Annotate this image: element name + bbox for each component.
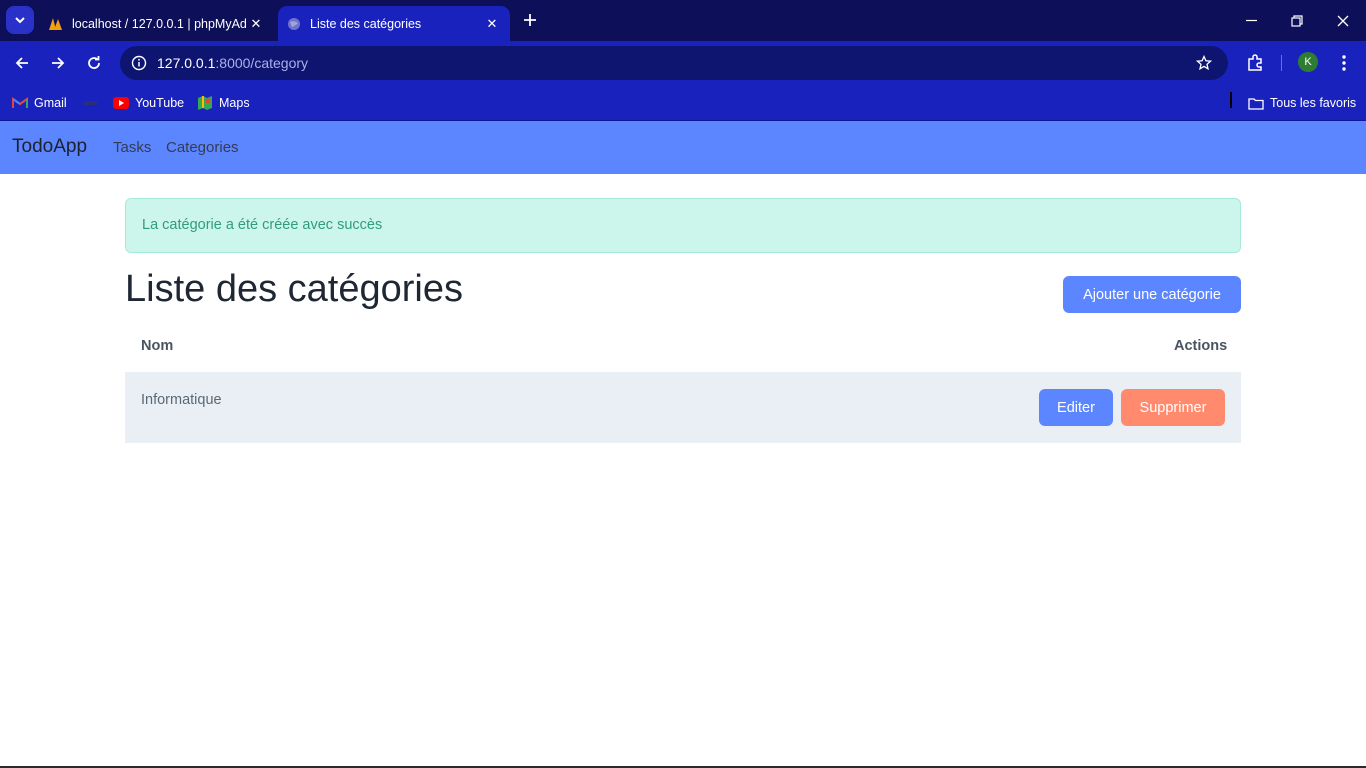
minimize-icon <box>1245 19 1257 22</box>
delete-button[interactable]: Supprimer <box>1121 389 1225 426</box>
close-icon[interactable]: ✕ <box>482 14 502 34</box>
bookmark-star-icon[interactable] <box>1194 53 1214 73</box>
folder-icon <box>1248 95 1264 111</box>
phpmyadmin-icon <box>48 16 64 32</box>
tab-phpmyadmin[interactable]: localhost / 127.0.0.1 | phpMyAd ✕ <box>40 6 274 41</box>
category-name-cell: Informatique <box>141 392 222 408</box>
menu-kebab-icon[interactable] <box>1332 51 1356 75</box>
bookmark-unnamed[interactable] <box>82 92 104 114</box>
bookmarks-bar: Gmail YouTube Maps Tous les favoris <box>0 85 1366 121</box>
globe-icon <box>286 16 302 32</box>
brand-logo[interactable]: TodoApp <box>12 136 87 158</box>
plus-icon <box>524 14 536 26</box>
bookmark-gmail[interactable]: Gmail <box>12 92 67 114</box>
restore-button[interactable] <box>1274 0 1320 41</box>
url-text: 127.0.0.1:8000/category <box>157 55 308 71</box>
page-title: Liste des catégories <box>125 268 463 310</box>
app-navbar: TodoApp Tasks Categories <box>0 121 1366 174</box>
new-tab-button[interactable] <box>518 8 542 32</box>
alert-message: La catégorie a été créée avec succès <box>142 217 383 233</box>
profile-avatar[interactable]: K <box>1298 52 1318 72</box>
youtube-icon <box>113 95 129 111</box>
forward-button[interactable] <box>44 49 72 77</box>
extensions-icon[interactable] <box>1243 51 1267 75</box>
bookmark-label: Tous les favoris <box>1270 96 1357 110</box>
site-favicon-icon <box>82 95 98 111</box>
tab-title: localhost / 127.0.0.1 | phpMyAd <box>72 16 246 31</box>
site-info-icon[interactable] <box>128 52 150 74</box>
url-path: :8000/category <box>215 55 309 71</box>
bookmarks-divider <box>1230 92 1232 108</box>
address-bar[interactable]: 127.0.0.1:8000/category <box>120 46 1228 80</box>
column-header-actions: Actions <box>1174 338 1228 354</box>
toolbar-divider <box>1281 55 1282 71</box>
bookmark-label: Maps <box>219 96 250 110</box>
reload-icon <box>88 56 100 69</box>
all-bookmarks[interactable]: Tous les favoris <box>1248 92 1356 114</box>
bookmark-maps[interactable]: Maps <box>197 92 250 114</box>
chevron-down-icon <box>15 17 25 24</box>
success-alert: La catégorie a été créée avec succès <box>125 198 1241 253</box>
tab-title: Liste des catégories <box>310 16 422 31</box>
tab-strip: localhost / 127.0.0.1 | phpMyAd ✕ Liste … <box>0 0 1366 41</box>
bookmark-label: Gmail <box>34 96 67 110</box>
close-icon <box>1337 15 1349 26</box>
nav-link-categories[interactable]: Categories <box>166 139 239 156</box>
maps-icon <box>197 95 213 111</box>
gmail-icon <box>12 95 28 111</box>
arrow-left-icon <box>15 57 28 69</box>
url-host: 127.0.0.1 <box>157 55 216 71</box>
restore-icon <box>1291 14 1303 27</box>
minimize-button[interactable] <box>1228 0 1274 41</box>
bookmark-youtube[interactable]: YouTube <box>113 92 184 114</box>
tab-search-button[interactable] <box>6 6 34 34</box>
add-category-button[interactable]: Ajouter une catégorie <box>1063 276 1241 313</box>
tab-categories[interactable]: Liste des catégories ✕ <box>278 6 510 41</box>
arrow-right-icon <box>52 57 65 69</box>
close-icon[interactable]: ✕ <box>246 14 266 34</box>
table-row: Informatique Editer Supprimer <box>125 372 1241 443</box>
nav-link-tasks[interactable]: Tasks <box>113 139 151 156</box>
column-header-name: Nom <box>141 338 174 354</box>
edit-button[interactable]: Editer <box>1039 389 1113 426</box>
reload-button[interactable] <box>80 49 108 77</box>
bookmark-label: YouTube <box>135 96 185 110</box>
back-button[interactable] <box>8 49 36 77</box>
close-window-button[interactable] <box>1320 0 1366 41</box>
browser-toolbar: 127.0.0.1:8000/category K <box>0 41 1366 85</box>
